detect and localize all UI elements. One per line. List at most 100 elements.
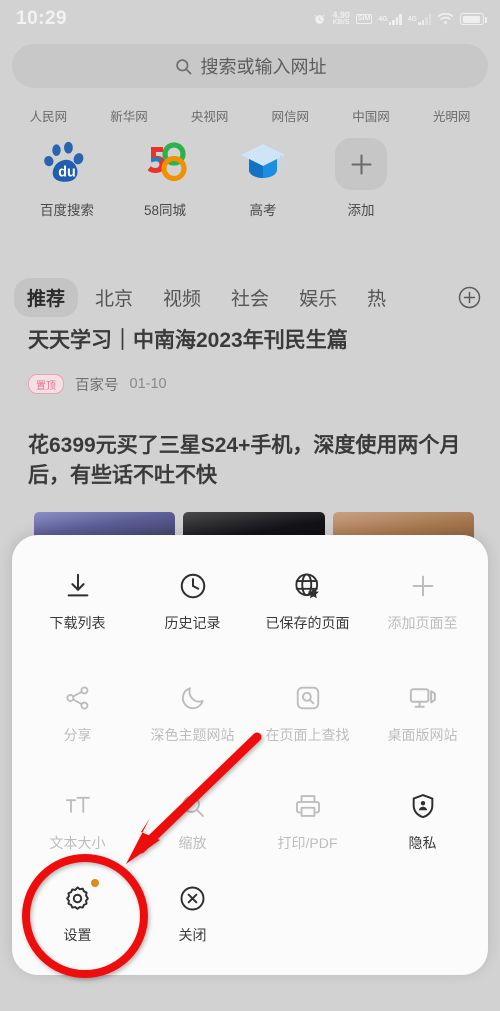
status-bar: 10:29 4.90 KB/S SIM 4G 4G xyxy=(0,0,500,38)
gear-icon xyxy=(61,881,95,915)
shortcut-baidu-search[interactable]: du 百度搜索 xyxy=(18,138,116,219)
menu-item-label: 在页面上查找 xyxy=(265,727,350,743)
status-badge: 置顶 xyxy=(28,374,64,395)
signal-bars-2-icon: 4G xyxy=(407,13,431,25)
menu-item-label: 桌面版网站 xyxy=(387,727,458,743)
text-size-icon xyxy=(61,789,95,823)
menu-item-downloads[interactable]: 下载列表 xyxy=(20,559,135,671)
menu-item-label: 隐私 xyxy=(408,835,437,851)
menu-item-label: 设置 xyxy=(63,927,92,943)
menu-item-text-size: 文本大小 xyxy=(20,779,135,871)
privacy-shield-icon xyxy=(406,789,440,823)
menu-item-label: 下载列表 xyxy=(49,615,106,631)
58tongcheng-icon xyxy=(139,138,191,190)
browser-menu-sheet: 下载列表 历史记录 已保存的页面 添加页面至 分享 深色主题网站 在页面上查找 … xyxy=(12,535,488,975)
menu-item-close[interactable]: 关闭 xyxy=(135,871,250,971)
tab-video[interactable]: 视频 xyxy=(150,278,214,317)
search-input-placeholder[interactable]: 搜索或输入网址 xyxy=(201,53,327,79)
tab-recommend[interactable]: 推荐 xyxy=(14,277,79,317)
tab-entertainment[interactable]: 娱乐 xyxy=(286,278,350,317)
menu-row: 文本大小 缩放 打印/PDF 隐私 xyxy=(20,779,480,871)
signal-bars-1-icon: 4G xyxy=(378,13,402,25)
tab-society[interactable]: 社会 xyxy=(218,278,282,317)
printer-icon xyxy=(291,789,325,823)
search-bar[interactable]: 搜索或输入网址 xyxy=(12,44,488,88)
status-clock: 10:29 xyxy=(16,8,68,29)
article-date: 01-10 xyxy=(129,376,167,393)
shortcut-gaokao[interactable]: 高考 xyxy=(214,138,312,219)
desktop-icon xyxy=(406,681,440,715)
quicklink-guangmingwang[interactable]: 光明网 xyxy=(433,106,471,125)
phone-screen: 10:29 4.90 KB/S SIM 4G 4G 搜索或输入网址 人民网 新华… xyxy=(0,0,500,1011)
menu-item-label: 缩放 xyxy=(178,835,207,851)
quicklink-zhongguowang[interactable]: 中国网 xyxy=(352,106,390,125)
download-icon xyxy=(61,569,95,603)
alarm-icon xyxy=(313,13,326,26)
shortcut-add[interactable]: 添加 xyxy=(312,138,410,219)
shortcut-label: 58同城 xyxy=(143,203,187,218)
clock-icon xyxy=(176,569,210,603)
menu-item-empty xyxy=(250,871,365,971)
circle-plus-icon[interactable] xyxy=(457,285,482,310)
quicklink-renminwang[interactable]: 人民网 xyxy=(30,106,68,125)
zoom-icon xyxy=(176,789,210,823)
tab-hot[interactable]: 热 xyxy=(354,278,399,317)
menu-item-settings[interactable]: 设置 xyxy=(20,871,135,971)
tab-beijing[interactable]: 北京 xyxy=(82,278,146,317)
shortcut-label: 添加 xyxy=(347,203,375,218)
share-icon xyxy=(61,681,95,715)
graduation-cap-icon xyxy=(237,138,289,190)
menu-item-label: 分享 xyxy=(63,727,92,743)
plus-icon xyxy=(335,138,387,190)
notification-dot-icon xyxy=(90,879,99,887)
globe-star-icon xyxy=(291,569,325,603)
menu-item-print-pdf: 打印/PDF xyxy=(250,779,365,871)
menu-item-add-page-to: 添加页面至 xyxy=(365,559,480,671)
close-circle-icon xyxy=(176,881,210,915)
menu-item-label: 深色主题网站 xyxy=(150,727,235,743)
shortcut-58tongcheng[interactable]: 58同城 xyxy=(116,138,214,219)
menu-item-label: 添加页面至 xyxy=(387,615,458,631)
menu-item-privacy[interactable]: 隐私 xyxy=(365,779,480,871)
shortcut-grid: du 百度搜索 58同城 高考 添加 xyxy=(0,138,500,228)
find-in-page-icon xyxy=(291,681,325,715)
baidu-paw-icon: du xyxy=(41,138,93,190)
sim-icon: SIM xyxy=(355,13,373,25)
menu-row: 下载列表 历史记录 已保存的页面 添加页面至 xyxy=(20,559,480,671)
menu-item-share: 分享 xyxy=(20,671,135,779)
menu-item-saved-pages[interactable]: 已保存的页面 xyxy=(250,559,365,671)
menu-item-zoom: 缩放 xyxy=(135,779,250,871)
menu-item-label: 打印/PDF xyxy=(277,835,338,851)
network-speed-unit: KB/S xyxy=(332,18,350,26)
shortcut-label: 高考 xyxy=(249,203,277,218)
article-source: 百家号 xyxy=(75,377,119,394)
news-feed: 天天学习｜中南海2023年刊民生篇 置顶 百家号 01-10 花6399元买了三… xyxy=(0,326,500,490)
battery-icon xyxy=(460,13,487,25)
menu-item-empty xyxy=(365,871,480,971)
menu-item-find-in-page: 在页面上查找 xyxy=(250,671,365,779)
signal-1-label: 4G xyxy=(378,15,388,23)
quick-links-row: 人民网 新华网 央视网 网信网 中国网 光明网 xyxy=(0,100,500,130)
article-title[interactable]: 天天学习｜中南海2023年刊民生篇 xyxy=(0,326,500,356)
quicklink-wangxinwang[interactable]: 网信网 xyxy=(272,106,310,125)
menu-item-label: 已保存的页面 xyxy=(265,615,350,631)
menu-row: 设置 关闭 xyxy=(20,871,480,971)
moon-icon xyxy=(176,681,210,715)
menu-item-label: 文本大小 xyxy=(49,835,106,851)
network-speed-indicator: 4.90 KB/S xyxy=(332,11,350,26)
menu-item-desktop-site: 桌面版网站 xyxy=(365,671,480,779)
menu-item-label: 关闭 xyxy=(178,927,207,943)
plus-icon xyxy=(406,569,440,603)
quicklink-yangshiwang[interactable]: 央视网 xyxy=(191,106,229,125)
shortcut-label: 百度搜索 xyxy=(40,203,94,218)
svg-text:du: du xyxy=(58,164,76,180)
status-icon-group: 4.90 KB/S SIM 4G 4G xyxy=(313,11,487,26)
signal-2-label: 4G xyxy=(407,15,417,23)
quicklink-xinhuawang[interactable]: 新华网 xyxy=(110,106,148,125)
menu-item-dark-theme-site: 深色主题网站 xyxy=(135,671,250,779)
menu-item-history[interactable]: 历史记录 xyxy=(135,559,250,671)
menu-row: 分享 深色主题网站 在页面上查找 桌面版网站 xyxy=(20,671,480,779)
article-title[interactable]: 花6399元买了三星S24+手机，深度使用两个月后，有些话不吐不快 xyxy=(0,395,500,491)
article-meta: 置顶 百家号 01-10 xyxy=(0,356,500,395)
wifi-icon xyxy=(437,12,454,26)
